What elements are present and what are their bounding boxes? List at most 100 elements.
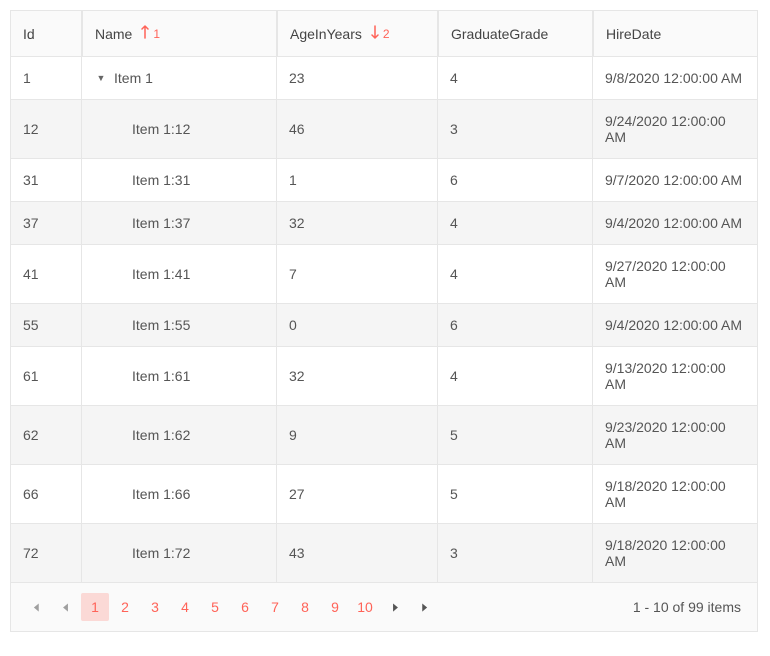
cell-hiredate: 9/18/2020 12:00:00 AM xyxy=(593,524,758,582)
table-row[interactable]: 72 Item 1:72 4339/18/2020 12:00:00 AM xyxy=(10,524,758,583)
pager-page-button[interactable]: 3 xyxy=(141,593,169,621)
column-label: HireDate xyxy=(606,26,661,42)
cell-hiredate: 9/18/2020 12:00:00 AM xyxy=(593,465,758,523)
pager-page-button[interactable]: 4 xyxy=(171,593,199,621)
table-row[interactable]: 1 ▼ Item 1 2349/8/2020 12:00:00 AM xyxy=(10,57,758,100)
cell-id: 55 xyxy=(10,304,82,346)
cell-grade: 6 xyxy=(438,304,593,346)
prev-page-icon xyxy=(59,601,72,614)
cell-grade: 4 xyxy=(438,245,593,303)
cell-name-text: Item 1 xyxy=(114,70,153,86)
column-label: GraduateGrade xyxy=(451,26,548,42)
cell-id: 1 xyxy=(10,57,82,99)
cell-name: Item 1:31 xyxy=(82,159,277,201)
cell-grade: 3 xyxy=(438,524,593,582)
cell-id: 61 xyxy=(10,347,82,405)
cell-age: 9 xyxy=(277,406,438,464)
cell-hiredate: 9/23/2020 12:00:00 AM xyxy=(593,406,758,464)
table-row[interactable]: 37 Item 1:37 3249/4/2020 12:00:00 AM xyxy=(10,202,758,245)
pager-first-button[interactable] xyxy=(21,593,49,621)
grid-body: 1▼Item 12349/8/2020 12:00:00 AM12Item 1:… xyxy=(10,57,758,583)
table-row[interactable]: 12Item 1:124639/24/2020 12:00:00 AM xyxy=(10,100,758,159)
cell-hiredate: 9/8/2020 12:00:00 AM xyxy=(593,57,758,99)
table-row[interactable]: 66Item 1:662759/18/2020 12:00:00 AM xyxy=(10,465,758,524)
cell-name-text: Item 1:12 xyxy=(132,121,190,137)
cell-name-text: Item 1:37 xyxy=(132,215,190,231)
cell-hiredate: 9/13/2020 12:00:00 AM xyxy=(593,347,758,405)
cell-name: Item 1:55 xyxy=(82,304,277,346)
cell-name-text: Item 1:61 xyxy=(132,368,190,384)
cell-name-text: Item 1:66 xyxy=(132,486,190,502)
column-label: Name xyxy=(95,26,132,42)
next-page-icon xyxy=(389,601,402,614)
pager-page-button[interactable]: 9 xyxy=(321,593,349,621)
cell-age: 43 xyxy=(277,524,438,582)
cell-grade: 4 xyxy=(438,202,593,244)
pager-status: 1 - 10 of 99 items xyxy=(633,599,747,615)
cell-age: 23 xyxy=(277,57,438,99)
cell-hiredate: 9/7/2020 12:00:00 AM xyxy=(593,159,758,201)
cell-name-text: Item 1:72 xyxy=(132,545,190,561)
pager: 12345678910 1 - 10 of 99 items xyxy=(10,583,758,632)
cell-name: Item 1:66 xyxy=(82,465,277,523)
cell-grade: 5 xyxy=(438,465,593,523)
cell-hiredate: 9/4/2020 12:00:00 AM xyxy=(593,202,758,244)
cell-id: 62 xyxy=(10,406,82,464)
pager-last-button[interactable] xyxy=(411,593,439,621)
column-header-name[interactable]: Name 1 xyxy=(82,11,277,56)
pager-page-button[interactable]: 2 xyxy=(111,593,139,621)
table-row[interactable]: 55 Item 1:55 069/4/2020 12:00:00 AM xyxy=(10,304,758,347)
cell-grade: 4 xyxy=(438,347,593,405)
column-label: Id xyxy=(23,26,35,42)
pager-page-button[interactable]: 7 xyxy=(261,593,289,621)
cell-age: 1 xyxy=(277,159,438,201)
column-header-id[interactable]: Id xyxy=(10,11,82,56)
table-row[interactable]: 31Item 1:31169/7/2020 12:00:00 AM xyxy=(10,159,758,202)
column-label: AgeInYears xyxy=(290,26,362,42)
cell-grade: 5 xyxy=(438,406,593,464)
column-header-hiredate[interactable]: HireDate xyxy=(593,11,758,56)
cell-id: 31 xyxy=(10,159,82,201)
sort-order: 1 xyxy=(153,27,160,41)
last-page-icon xyxy=(419,601,432,614)
pager-prev-button[interactable] xyxy=(51,593,79,621)
column-header-grade[interactable]: GraduateGrade xyxy=(438,11,593,56)
cell-name: Item 1:12 xyxy=(82,100,277,158)
table-row[interactable]: 61 Item 1:61 3249/13/2020 12:00:00 AM xyxy=(10,347,758,406)
cell-id: 72 xyxy=(10,524,82,582)
cell-name: Item 1:62 xyxy=(82,406,277,464)
pager-page-button[interactable]: 8 xyxy=(291,593,319,621)
cell-name: Item 1:61 xyxy=(82,347,277,405)
pager-page-button[interactable]: 5 xyxy=(201,593,229,621)
collapse-icon[interactable]: ▼ xyxy=(94,73,108,83)
sort-asc-icon xyxy=(140,25,150,42)
cell-name-text: Item 1:62 xyxy=(132,427,190,443)
pager-page-button[interactable]: 10 xyxy=(351,593,379,621)
table-row[interactable]: 62 Item 1:62 959/23/2020 12:00:00 AM xyxy=(10,406,758,465)
cell-name-text: Item 1:31 xyxy=(132,172,190,188)
pager-page-button[interactable]: 6 xyxy=(231,593,259,621)
cell-age: 0 xyxy=(277,304,438,346)
cell-name-text: Item 1:55 xyxy=(132,317,190,333)
first-page-icon xyxy=(29,601,42,614)
cell-id: 66 xyxy=(10,465,82,523)
cell-name: ▼ Item 1 xyxy=(82,57,277,99)
cell-id: 37 xyxy=(10,202,82,244)
column-header-age[interactable]: AgeInYears 2 xyxy=(277,11,438,56)
cell-hiredate: 9/24/2020 12:00:00 AM xyxy=(593,100,758,158)
pager-next-button[interactable] xyxy=(381,593,409,621)
sort-indicator: 2 xyxy=(370,25,390,42)
cell-grade: 4 xyxy=(438,57,593,99)
cell-age: 32 xyxy=(277,347,438,405)
cell-name: Item 1:41 xyxy=(82,245,277,303)
cell-age: 32 xyxy=(277,202,438,244)
sort-desc-icon xyxy=(370,25,380,42)
cell-hiredate: 9/27/2020 12:00:00 AM xyxy=(593,245,758,303)
pager-page-button[interactable]: 1 xyxy=(81,593,109,621)
cell-id: 12 xyxy=(10,100,82,158)
cell-hiredate: 9/4/2020 12:00:00 AM xyxy=(593,304,758,346)
grid-header: Id Name 1 AgeInYears 2 GraduateGrade xyxy=(10,10,758,57)
sort-indicator: 1 xyxy=(140,25,160,42)
table-row[interactable]: 41Item 1:41749/27/2020 12:00:00 AM xyxy=(10,245,758,304)
cell-age: 46 xyxy=(277,100,438,158)
